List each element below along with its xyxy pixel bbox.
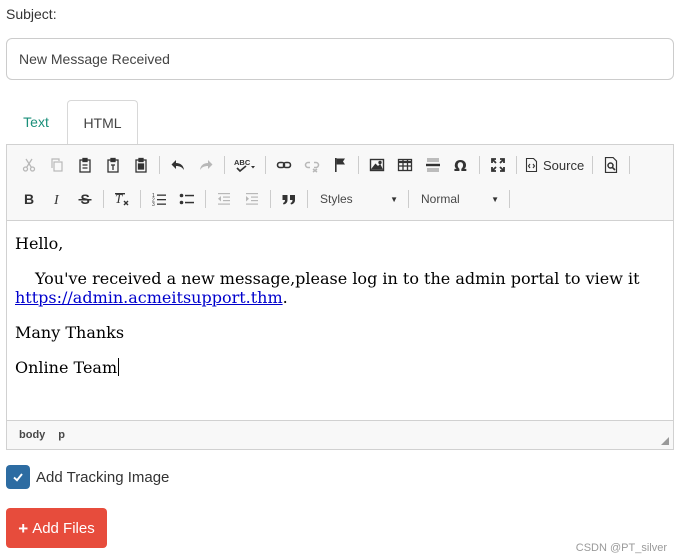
toolbar-separator: [103, 190, 104, 208]
link-icon[interactable]: [270, 152, 298, 178]
element-path-bar: body p: [7, 420, 673, 449]
paste-text-icon[interactable]: [99, 152, 127, 178]
source-button[interactable]: Source: [521, 152, 588, 178]
toolbar-separator: [358, 156, 359, 174]
cut-icon[interactable]: [15, 152, 43, 178]
tab-html[interactable]: HTML: [67, 100, 138, 145]
indent-icon[interactable]: [238, 186, 266, 212]
image-icon[interactable]: [363, 152, 391, 178]
body-paragraph: You've received a new message,please log…: [15, 269, 665, 307]
svg-text:B: B: [24, 191, 34, 207]
toolbar-separator: [479, 156, 480, 174]
styles-dropdown-label: Styles: [320, 192, 353, 206]
remove-format-icon[interactable]: T: [108, 186, 136, 212]
toolbar-row-1: ABC Ω Source: [15, 151, 634, 179]
table-icon[interactable]: [391, 152, 419, 178]
editor-tabs: Text HTML: [6, 100, 674, 145]
toolbar-separator: [270, 190, 271, 208]
svg-text:ABC: ABC: [234, 158, 251, 167]
admin-portal-link[interactable]: https://admin.acmeitsupport.thm: [15, 288, 283, 307]
strike-icon[interactable]: S: [71, 186, 99, 212]
toolbar-separator: [592, 156, 594, 174]
greeting-line: Hello,: [15, 234, 64, 253]
resize-grip-icon[interactable]: [661, 437, 669, 445]
svg-text:I: I: [53, 193, 60, 207]
toolbar-separator: [265, 156, 266, 174]
toolbar-row-2: B I S T 123: [15, 185, 514, 213]
toolbar-separator: [509, 190, 510, 208]
paste-icon[interactable]: [71, 152, 99, 178]
toolbar-separator: [629, 156, 631, 174]
chevron-down-icon: ▼: [491, 194, 499, 204]
add-files-label: Add Files: [32, 519, 95, 537]
spellcheck-icon[interactable]: ABC: [229, 152, 261, 178]
outdent-icon[interactable]: [210, 186, 238, 212]
chevron-down-icon: ▼: [390, 194, 398, 204]
editor-content[interactable]: Hello, You've received a new message,ple…: [7, 222, 673, 422]
format-dropdown[interactable]: Normal ▼: [413, 186, 505, 212]
checkmark-icon: [13, 473, 23, 482]
special-char-icon[interactable]: Ω: [447, 152, 475, 178]
source-icon: [525, 158, 538, 172]
body-text: You've received a new message,please log…: [35, 269, 640, 288]
watermark: CSDN @PT_silver: [575, 542, 667, 554]
toolbar-separator: [224, 156, 225, 174]
redo-icon[interactable]: [192, 152, 220, 178]
paste-word-icon[interactable]: [127, 152, 155, 178]
numbered-list-icon[interactable]: 123: [145, 186, 173, 212]
signature-line: Online Team: [15, 358, 665, 377]
tracking-option: Add Tracking Image: [6, 465, 169, 489]
toolbar-separator: [159, 156, 160, 174]
path-item-p[interactable]: p: [58, 429, 65, 441]
bold-icon[interactable]: B: [15, 186, 43, 212]
link-suffix: .: [282, 288, 288, 307]
subject-input[interactable]: [6, 38, 674, 80]
tracking-checkbox[interactable]: [6, 465, 30, 489]
tracking-label: Add Tracking Image: [36, 468, 170, 486]
text-cursor: [118, 358, 120, 376]
undo-icon[interactable]: [164, 152, 192, 178]
plus-icon: +: [18, 518, 29, 538]
svg-text:Ω: Ω: [454, 157, 467, 173]
path-item-body[interactable]: body: [19, 429, 45, 441]
bulleted-list-icon[interactable]: [173, 186, 201, 212]
blockquote-icon[interactable]: [275, 186, 303, 212]
preview-icon[interactable]: [597, 152, 625, 178]
subject-label: Subject:: [6, 6, 57, 22]
svg-text:3: 3: [152, 202, 155, 207]
add-files-button[interactable]: + Add Files: [6, 508, 107, 548]
closing-line: Many Thanks: [15, 323, 125, 342]
editor-toolbar: ABC Ω Source B I T 1 2 3 Styles ▼ Normal…: [7, 145, 673, 221]
toolbar-separator: [307, 190, 308, 208]
tab-text[interactable]: Text: [6, 100, 66, 145]
source-label: Source: [543, 157, 585, 173]
toolbar-separator: [205, 190, 206, 208]
toolbar-separator: [516, 156, 517, 174]
maximize-icon[interactable]: [484, 152, 512, 178]
format-dropdown-label: Normal: [421, 192, 460, 206]
italic-icon[interactable]: I: [43, 186, 71, 212]
rich-text-editor: ABC Ω Source B I T 1 2 3 Styles ▼ Normal…: [6, 144, 674, 450]
horizontal-rule-icon[interactable]: [419, 152, 447, 178]
anchor-icon[interactable]: [326, 152, 354, 178]
unlink-icon[interactable]: [298, 152, 326, 178]
toolbar-separator: [408, 190, 409, 208]
toolbar-separator: [140, 190, 141, 208]
styles-dropdown[interactable]: Styles ▼: [312, 186, 404, 212]
copy-icon[interactable]: [43, 152, 71, 178]
signature-text: Online Team: [15, 358, 118, 377]
